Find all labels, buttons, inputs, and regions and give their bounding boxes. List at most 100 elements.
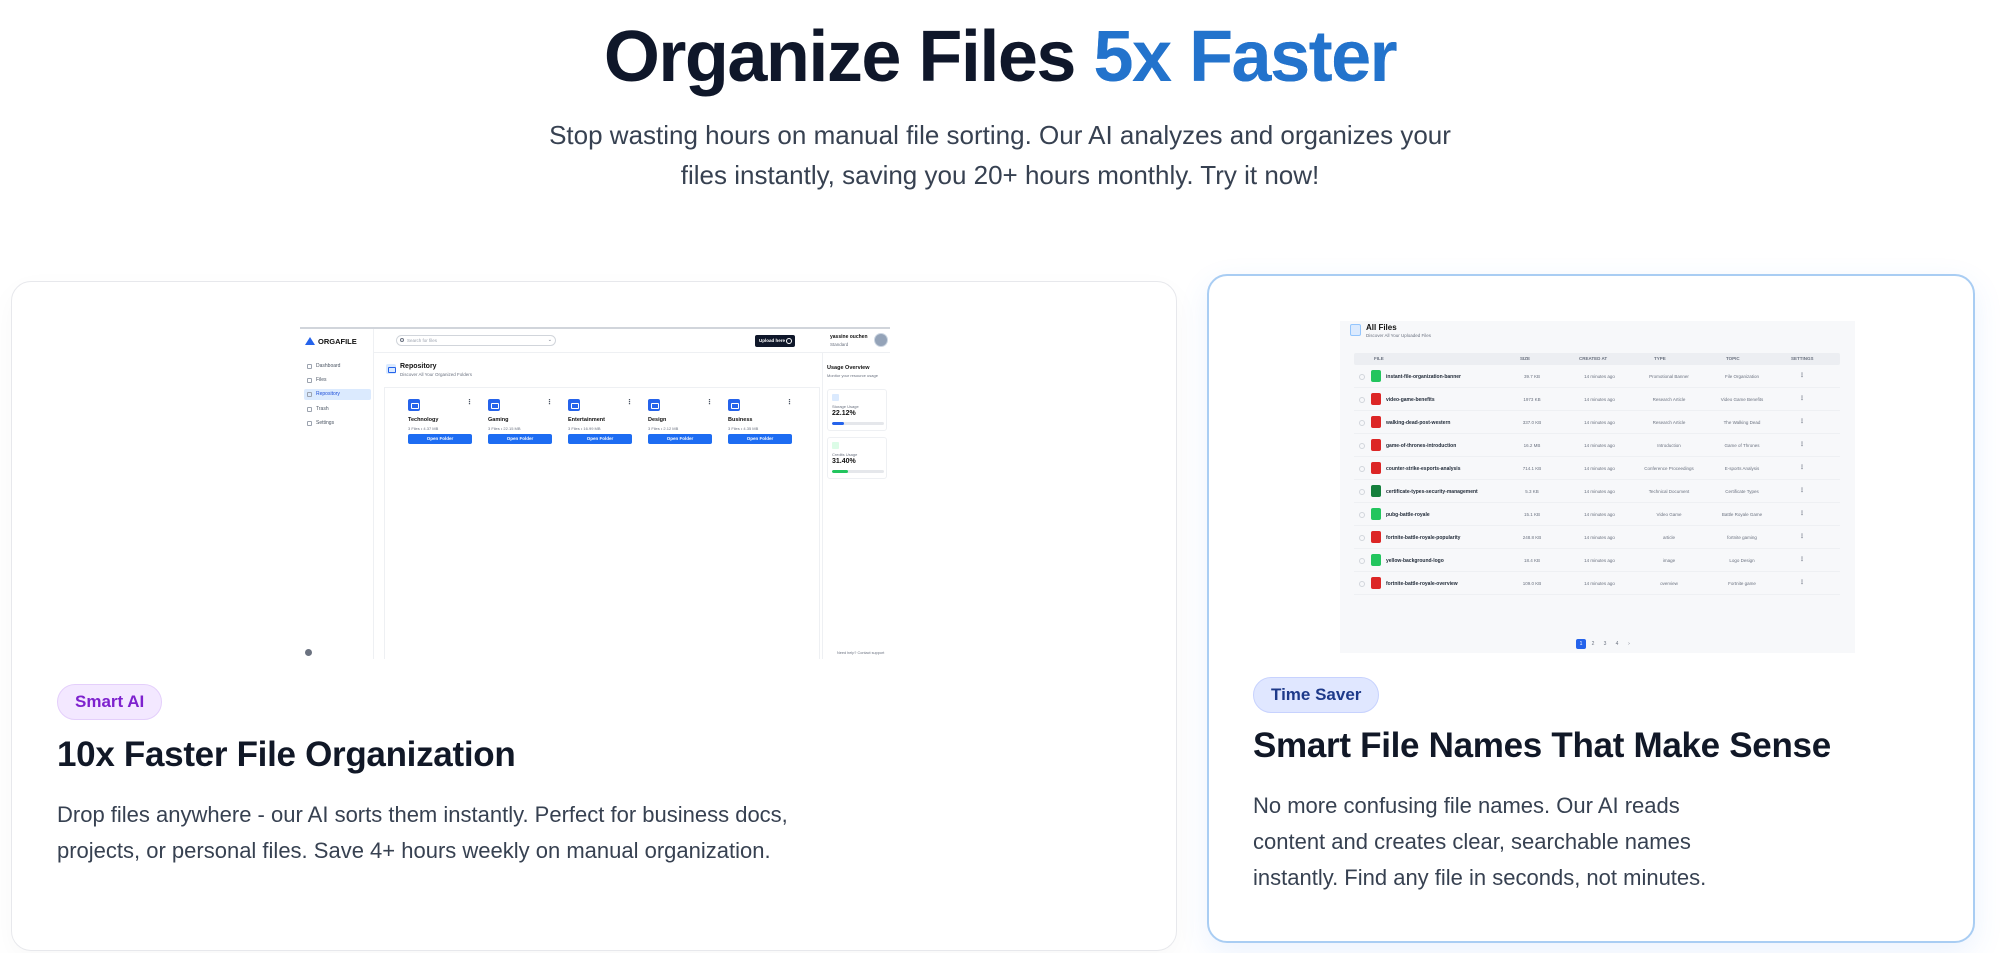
feature-card-organization: ORGAFILE Dashboard Files Repository Tras… (11, 281, 1177, 951)
mock-search: Search for files ⌄ (396, 335, 556, 346)
file-type: image (1662, 558, 1676, 563)
file-type: overview (1660, 581, 1678, 586)
folder-card: ⋮ Design 3 Files • 2.12 MB Open Folder (643, 395, 717, 453)
mock-sidebar: ORGAFILE Dashboard Files Repository Tras… (300, 329, 374, 659)
row-checkbox (1359, 535, 1365, 541)
search-icon (400, 338, 404, 342)
mock-files-title: All Files (1366, 323, 1397, 332)
card-description: Drop files anywhere - our AI sorts them … (57, 802, 788, 863)
row-checkbox (1359, 581, 1365, 587)
mock-usage-panel: Usage Overview Monitor your resource usa… (822, 353, 890, 659)
grid-icon (307, 364, 312, 369)
hero-subtitle-line: Stop wasting hours on manual file sortin… (549, 120, 1451, 150)
mock-section-title: Repository (400, 363, 437, 370)
trash-icon (307, 407, 312, 412)
file-created: 14 minutes ago (1584, 581, 1615, 586)
more-icon: ⋮ (1799, 580, 1805, 586)
table-row: certificate-types-security-management 5.3… (1354, 480, 1840, 503)
file-icon (307, 378, 312, 383)
row-checkbox (1359, 420, 1365, 426)
page-button: › (1628, 641, 1630, 647)
column-header: CREATED AT (1579, 356, 1608, 361)
table-row: yellow-background-logo 18.4 KB 14 minutes … (1354, 549, 1840, 572)
card-description: No more confusing file names. Our AI rea… (1253, 793, 1707, 890)
file-name: game-of-thrones-introduction (1386, 443, 1457, 449)
file-size: 337.0 KB (1522, 420, 1542, 425)
page-button: 2 (1591, 641, 1595, 647)
usage-card-credits: Credits Usage 31.40% (827, 437, 887, 479)
file-table: FILE SIZE CREATED AT TYPE TOPIC SETTINGS… (1354, 353, 1840, 595)
row-checkbox (1359, 374, 1365, 380)
mock-nav-dashboard: Dashboard (304, 361, 371, 372)
mock-nav-repository: Repository (304, 389, 371, 400)
file-topic: E-sports Analysis (1724, 466, 1760, 471)
column-header: TYPE (1654, 356, 1666, 361)
file-topic: Certificate Types (1725, 489, 1759, 494)
row-checkbox (1359, 466, 1365, 472)
hero-subtitle: Stop wasting hours on manual file sortin… (500, 115, 1500, 195)
open-folder-button: Open Folder (728, 434, 792, 444)
mock-topbar: Search for files ⌄ Upload here yassine ou… (374, 329, 890, 353)
folder-icon (307, 392, 312, 397)
hero-title-accent: 5x Faster (1093, 17, 1397, 97)
card-title: 10x Faster File Organization (57, 735, 516, 774)
badge-time-saver: Time Saver (1253, 677, 1380, 713)
feature-card-smart-names: All Files Discover All Your Uploaded Fil… (1207, 274, 1975, 943)
mock-upload-button: Upload here (755, 335, 795, 347)
usage-card-storage: Storage Usage 22.12% (827, 389, 887, 431)
table-row: video-game-benefits 1973 KB 14 minutes ago… (1354, 388, 1840, 411)
page-button: 1 (1576, 639, 1586, 649)
file-name: counter-strike-esports-analysis (1386, 466, 1461, 472)
open-folder-button: Open Folder (568, 434, 632, 444)
page-button: 3 (1603, 641, 1607, 647)
file-created: 14 minutes ago (1584, 512, 1615, 517)
file-created: 14 minutes ago (1584, 466, 1615, 471)
file-name: video-game-benefits (1386, 397, 1435, 403)
image-file-icon (1371, 370, 1381, 382)
mock-user-plan: Standard (830, 342, 849, 347)
folder-icon (408, 399, 420, 411)
files-icon (1350, 324, 1361, 336)
page-button: 4 (1615, 641, 1619, 647)
mock-nav-trash: Trash (304, 404, 371, 415)
more-icon: ⋮ (1799, 465, 1805, 471)
folder-icon (648, 399, 660, 411)
mock-nav-settings: Settings (304, 418, 371, 429)
pdf-file-icon (1371, 416, 1381, 428)
file-name: instant-file-organization-banner (1386, 374, 1461, 380)
hero-subtitle-line: files instantly, saving you 20+ hours mo… (680, 160, 1320, 190)
hero-title: Organize Files 5x Faster (0, 14, 2000, 100)
file-size: 1973 KB (1523, 397, 1541, 402)
cloud-logo-icon (305, 337, 315, 345)
more-icon: ⋮ (466, 399, 473, 406)
file-name: yellow-background-logo (1386, 558, 1444, 564)
folder-icon (728, 399, 740, 411)
file-created: 14 minutes ago (1584, 535, 1615, 540)
column-header: TOPIC (1726, 356, 1740, 361)
upload-icon (786, 338, 792, 344)
file-name: pubg-battle-royale (1386, 512, 1430, 518)
pdf-file-icon (1371, 462, 1381, 474)
mock-user-name: yassine ouchen (830, 334, 868, 340)
file-topic: fortnite gaming (1727, 535, 1757, 540)
file-size: 15.1 KB (1523, 512, 1540, 517)
file-created: 14 minutes ago (1584, 420, 1615, 425)
more-icon: ⋮ (706, 399, 713, 406)
more-icon: ⋮ (1799, 442, 1805, 448)
file-created: 14 minutes ago (1584, 443, 1615, 448)
chevron-down-icon: ⌄ (547, 337, 552, 343)
credits-usage-bar (832, 470, 849, 473)
file-size: 714.1 KB (1522, 466, 1542, 471)
more-icon: ⋮ (786, 399, 793, 406)
more-icon: ⋮ (1799, 396, 1805, 402)
file-type: Technical Document (1648, 489, 1690, 494)
file-type: Research Article (1652, 397, 1686, 402)
file-topic: Game of Thrones (1724, 443, 1760, 448)
more-icon: ⋮ (1799, 373, 1805, 379)
folder-card: ⋮ Business 3 Files • 4.35 MB Open Folder (723, 395, 797, 453)
file-size: 248.8 KB (1522, 535, 1542, 540)
file-type: article (1662, 535, 1675, 540)
file-size: 18.4 KB (1523, 558, 1540, 563)
pdf-file-icon (1371, 531, 1381, 543)
file-topic: Battle Royale Game (1721, 512, 1763, 517)
